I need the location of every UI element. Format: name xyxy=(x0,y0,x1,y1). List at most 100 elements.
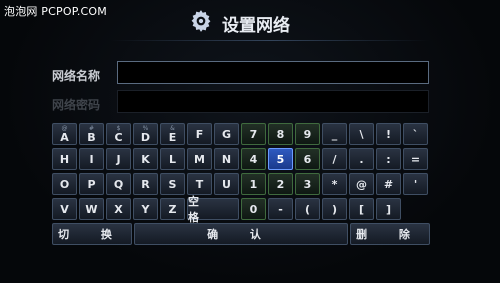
key[interactable]: S xyxy=(160,173,185,195)
key[interactable]: P xyxy=(79,173,104,195)
key[interactable]: K xyxy=(133,148,158,170)
key[interactable]: ! xyxy=(376,123,401,145)
key-label: M xyxy=(194,152,205,166)
key[interactable]: T xyxy=(187,173,212,195)
key[interactable]: I xyxy=(79,148,104,170)
key-label: N xyxy=(221,152,232,166)
key-label: 空 格 xyxy=(188,195,213,224)
ssid-label: 网络名称 xyxy=(52,69,101,83)
key[interactable]: Y xyxy=(133,198,158,220)
key-label: ( xyxy=(304,202,311,216)
key[interactable]: & E xyxy=(160,123,185,145)
key-label: @ xyxy=(356,177,367,191)
key[interactable]: X xyxy=(106,198,131,220)
key[interactable]: 6 xyxy=(295,148,320,170)
key[interactable]: 8 xyxy=(268,123,293,145)
key-label: I xyxy=(89,152,94,166)
key-label: T xyxy=(195,177,204,191)
key-sublabel: % xyxy=(142,125,149,132)
key[interactable]: @ xyxy=(349,173,374,195)
key-label: 8 xyxy=(276,127,285,141)
key-label: ] xyxy=(385,202,392,216)
key[interactable]: ( xyxy=(295,198,320,220)
key[interactable]: _ xyxy=(322,123,347,145)
key[interactable]: 3 xyxy=(295,173,320,195)
key[interactable]: Z xyxy=(160,198,185,220)
key-label: [ xyxy=(358,202,365,216)
key[interactable]: U xyxy=(214,173,239,195)
key[interactable]: L xyxy=(160,148,185,170)
key[interactable]: 4 xyxy=(241,148,266,170)
key[interactable]: O xyxy=(52,173,77,195)
confirm-button-label: 确 认 xyxy=(207,228,275,241)
key[interactable]: R xyxy=(133,173,158,195)
delete-button[interactable]: 删 除 xyxy=(350,223,430,245)
key-sublabel: # xyxy=(88,125,95,132)
key[interactable]: N xyxy=(214,148,239,170)
key[interactable]: ' xyxy=(403,173,428,195)
key[interactable]: 9 xyxy=(295,123,320,145)
key[interactable]: 7 xyxy=(241,123,266,145)
key[interactable]: 5 xyxy=(268,148,293,170)
key[interactable]: 2 xyxy=(268,173,293,195)
key[interactable]: [ xyxy=(349,198,374,220)
key-label: . xyxy=(359,152,364,166)
key-label: U xyxy=(222,177,231,191)
key-label: 5 xyxy=(276,152,285,166)
key[interactable]: # xyxy=(376,173,401,195)
key-label: 1 xyxy=(249,177,258,191)
key[interactable]: $ C xyxy=(106,123,131,145)
key[interactable]: 1 xyxy=(241,173,266,195)
key[interactable]: * xyxy=(322,173,347,195)
key-label: S xyxy=(168,177,177,191)
key-sublabel: & xyxy=(170,125,175,132)
key[interactable]: / xyxy=(322,148,347,170)
key[interactable]: ) xyxy=(322,198,347,220)
gear-icon xyxy=(188,8,214,38)
key[interactable]: M xyxy=(187,148,212,170)
key-label: K xyxy=(141,152,150,166)
key[interactable]: F xyxy=(187,123,212,145)
key[interactable]: ` xyxy=(403,123,428,145)
key-sublabel: @ xyxy=(61,125,68,132)
key-label: ` xyxy=(412,127,419,141)
key-label: W xyxy=(85,202,98,216)
key[interactable]: G xyxy=(214,123,239,145)
key-label: V xyxy=(60,202,69,216)
key-sublabel: $ xyxy=(116,125,121,132)
key-label: J xyxy=(116,152,121,166)
key[interactable]: Q xyxy=(106,173,131,195)
key[interactable]: ] xyxy=(376,198,401,220)
key-label: O xyxy=(59,177,70,191)
key[interactable]: H xyxy=(52,148,77,170)
ssid-input[interactable] xyxy=(117,61,429,84)
key[interactable]: - xyxy=(268,198,293,220)
key[interactable]: W xyxy=(79,198,104,220)
key[interactable]: @ A xyxy=(52,123,77,145)
key[interactable]: # B xyxy=(79,123,104,145)
key-label: X xyxy=(114,202,123,216)
key-label: L xyxy=(168,152,176,166)
key[interactable]: : xyxy=(376,148,401,170)
key-label: Q xyxy=(113,177,124,191)
key-label: C xyxy=(114,130,123,144)
key-label: 0 xyxy=(249,202,258,216)
key[interactable]: V xyxy=(52,198,77,220)
key-label: = xyxy=(410,152,421,166)
key[interactable]: \ xyxy=(349,123,374,145)
key[interactable]: . xyxy=(349,148,374,170)
key-label: R xyxy=(141,177,150,191)
key[interactable]: = xyxy=(403,148,428,170)
key-label: 3 xyxy=(303,177,312,191)
key[interactable]: 0 xyxy=(241,198,266,220)
confirm-button[interactable]: 确 认 xyxy=(134,223,348,245)
key-space[interactable]: 空 格 xyxy=(187,195,239,224)
key-label: ) xyxy=(331,202,338,216)
key-label: 6 xyxy=(303,152,312,166)
switch-button[interactable]: 切 换 xyxy=(52,223,132,245)
key-label: \ xyxy=(359,127,364,141)
key-label: 2 xyxy=(276,177,285,191)
key[interactable]: J xyxy=(106,148,131,170)
key[interactable]: % D xyxy=(133,123,158,145)
password-input[interactable] xyxy=(117,90,429,113)
